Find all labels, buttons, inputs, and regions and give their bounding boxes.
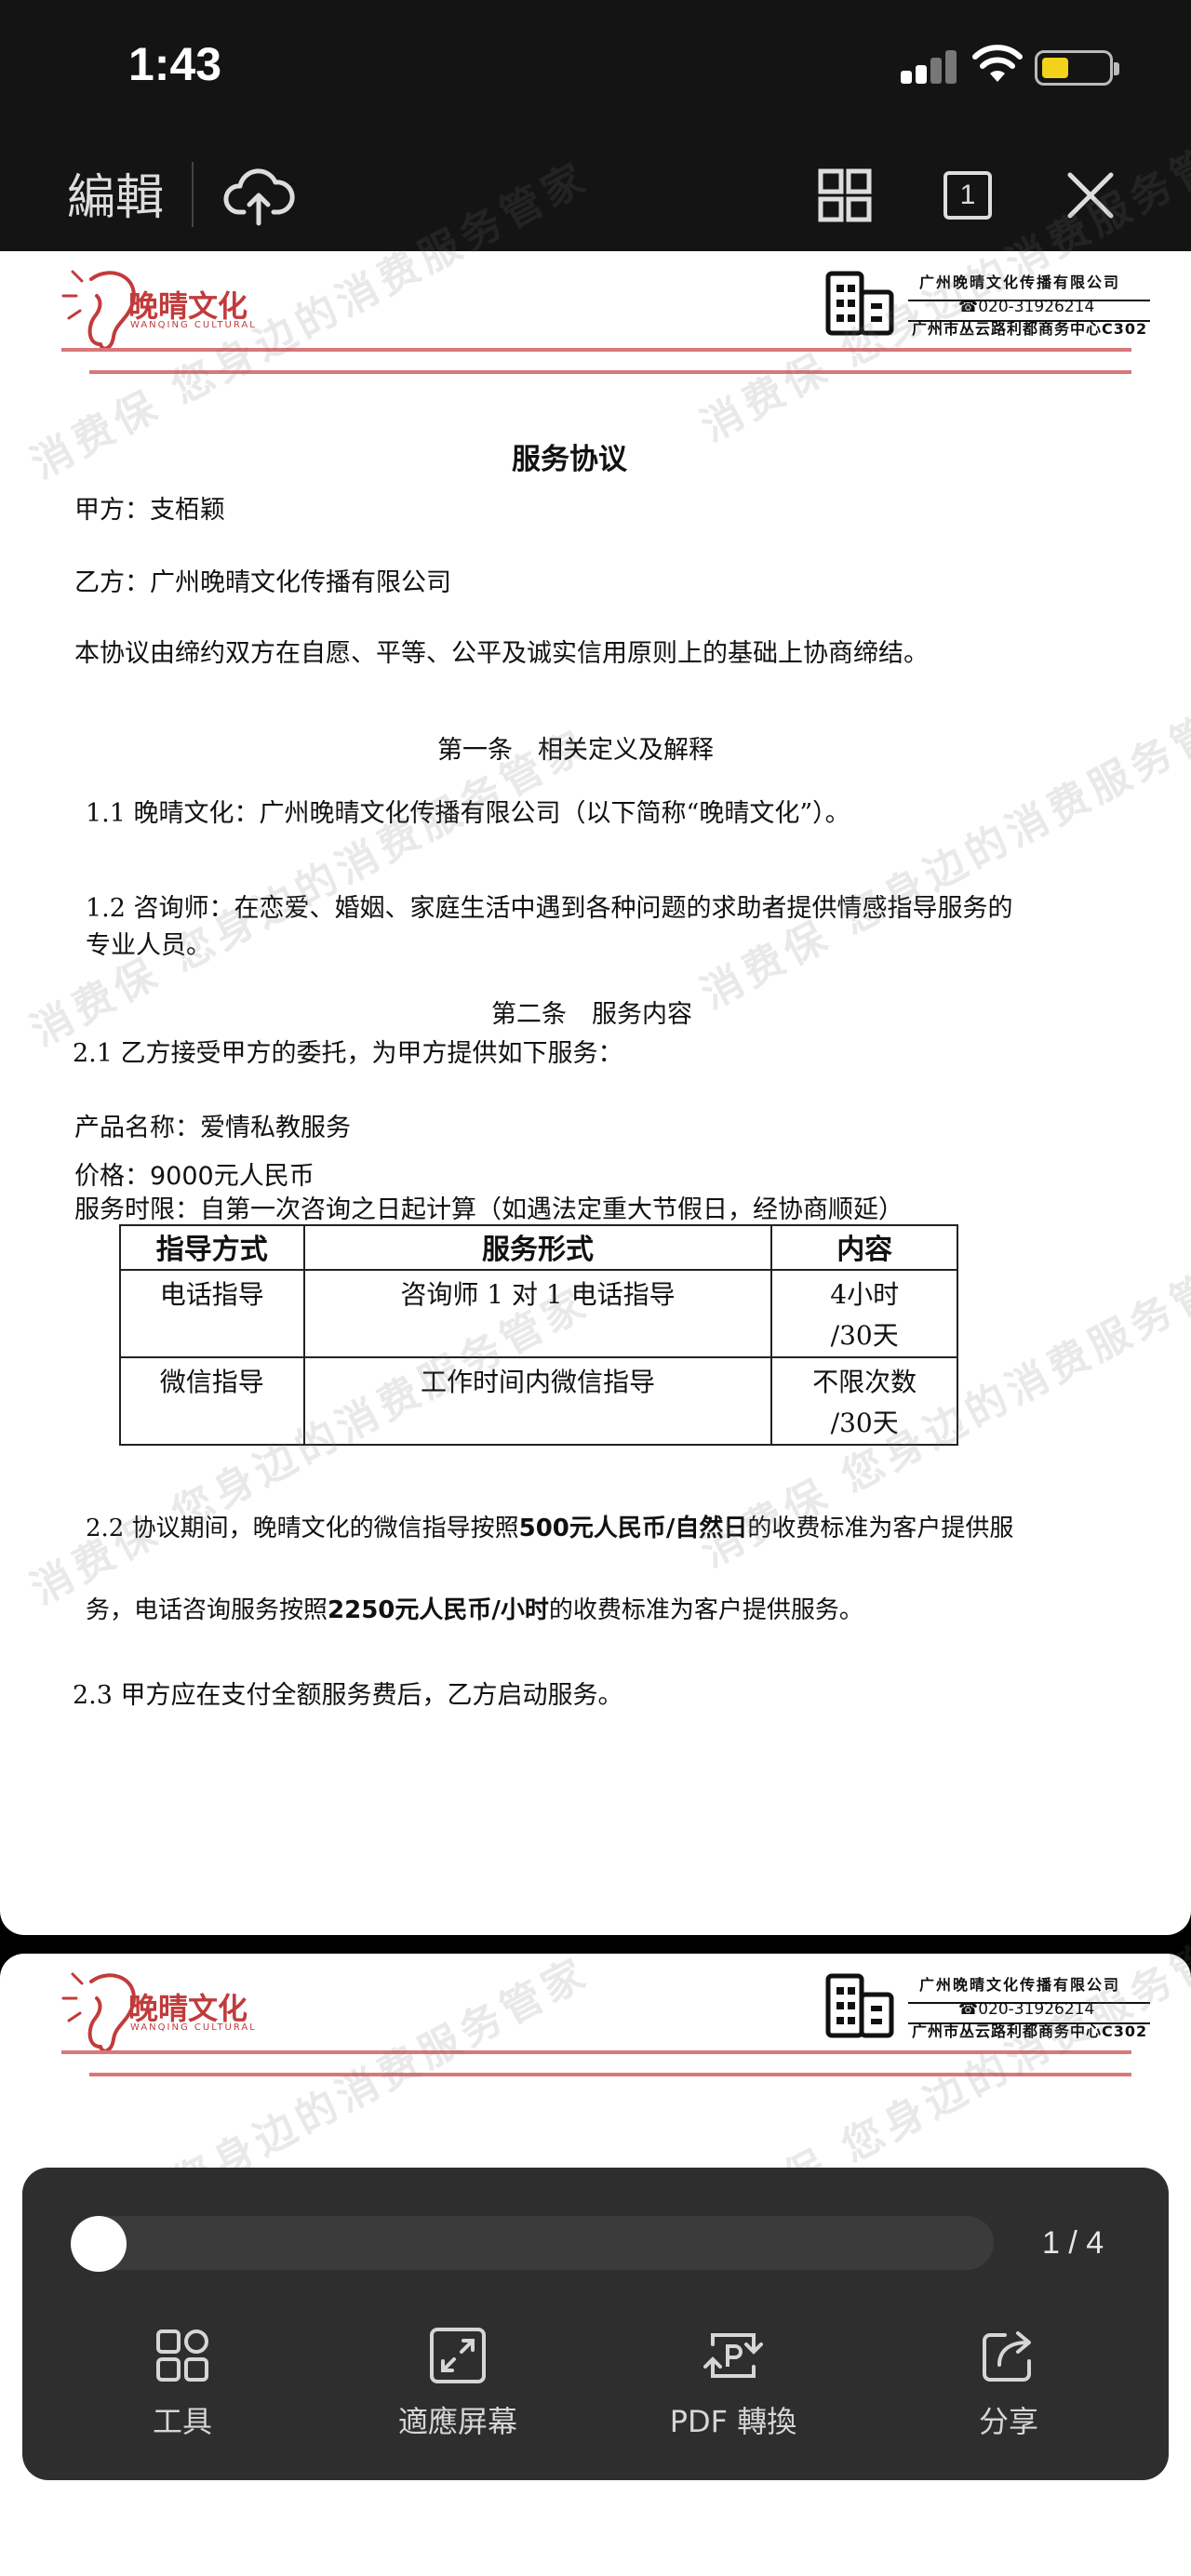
- table-cell-line: /30天: [830, 1320, 899, 1351]
- fit-screen-icon: [430, 2328, 486, 2383]
- letterhead-rule: [89, 2073, 1131, 2076]
- edit-button[interactable]: 編輯: [67, 158, 164, 228]
- table-cell: 工作时间内微信指导: [302, 1356, 773, 1446]
- clause-emphasis: 2250元人民币/小时: [328, 1596, 549, 1624]
- service-table: 指导方式 服务形式 内容 电话指导 咨询师 1 对 1 电话指导 4小时/30天…: [119, 1224, 958, 1446]
- page-number-label: 1: [943, 171, 992, 220]
- clause-1-1: 1.1 晚晴文化：广州晚晴文化传播有限公司（以下简称“晚晴文化”）。: [86, 799, 850, 828]
- clause-emphasis: 500元人民币/自然日: [518, 1515, 748, 1542]
- table-cell-line: 4小时: [830, 1279, 900, 1310]
- clause-2-2-line2: 务，电话咨询服务按照2250元人民币/小时的收费标准为客户提供服务。: [86, 1591, 863, 1625]
- letterhead-rule: [61, 348, 1131, 352]
- brand-english: WANQING CULTURAL: [130, 2022, 257, 2033]
- price-line: 价格：9000元人民币: [74, 1155, 314, 1192]
- home-indicator[interactable]: [383, 2538, 808, 2553]
- fit-screen-button[interactable]: 適應屏幕: [365, 2326, 551, 2447]
- letterhead: 晚晴文化 WANQING CULTURAL 广州晚晴文化传播有限公司 ☎020-…: [0, 251, 1191, 400]
- cloud-upload-icon[interactable]: [221, 158, 296, 233]
- clause-text: 的收费标准为客户提供服务。: [548, 1596, 863, 1624]
- battery-icon: [1035, 50, 1119, 86]
- company-address: 广州市丛云路利都商务中心C302: [912, 2022, 1148, 2040]
- party-a: 甲方：支栢颖: [74, 496, 225, 525]
- article-2-heading: 第二条 服务内容: [491, 1000, 692, 1029]
- table-cell: 咨询师 1 对 1 电话指导: [302, 1269, 773, 1358]
- table-row: 微信指导 工作时间内微信指导 不限次数/30天: [119, 1356, 958, 1446]
- table-header-row: 指导方式 服务形式 内容: [119, 1224, 958, 1271]
- clause-1-2-line1: 1.2 咨询师：在恋爱、婚姻、家庭生活中遇到各种问题的求助者提供情感指导服务的: [86, 894, 1013, 923]
- company-phone: ☎020-31926214: [958, 2000, 1094, 2019]
- clause-2-2-line1: 2.2 协议期间，晚晴文化的微信指导按照500元人民币/自然日的收费标准为客户提…: [86, 1509, 1013, 1543]
- party-b: 乙方：广州晚晴文化传播有限公司: [74, 568, 451, 597]
- table-cell: 不限次数/30天: [770, 1356, 958, 1446]
- table-header: 指导方式: [119, 1224, 305, 1271]
- intro-paragraph: 本协议由缔约双方在自愿、平等、公平及诚实信用原则上的基础上协商缔结。: [74, 639, 929, 668]
- grid-view-icon[interactable]: [808, 158, 882, 233]
- page-slider-thumb[interactable]: [71, 2216, 127, 2272]
- page-number-button[interactable]: 1: [930, 158, 1005, 233]
- share-icon: [983, 2331, 1031, 2382]
- document-page-1[interactable]: 晚晴文化 WANQING CULTURAL 广州晚晴文化传播有限公司 ☎020-…: [0, 251, 1191, 1935]
- status-bar: 1:43: [0, 0, 1191, 140]
- status-time: 1:43: [128, 38, 222, 90]
- company-name: 广州晚晴文化传播有限公司: [919, 274, 1121, 291]
- clause-1-2-line2: 专业人员。: [86, 931, 211, 960]
- viewer-control-panel: 1 / 4 工具 適應屏幕 PDF 轉換 分享: [22, 2168, 1169, 2480]
- phone-icon: ☎: [958, 298, 979, 316]
- top-toolbar: 編輯 1: [0, 140, 1191, 251]
- product-name: 产品名称：爱情私教服务: [74, 1114, 351, 1142]
- document-title: 服务协议: [512, 443, 627, 476]
- company-phone-text: 020-31926214: [978, 298, 1095, 316]
- company-phone: ☎020-31926214: [958, 298, 1094, 316]
- clause-2-3: 2.3 甲方应在支付全额服务费后，乙方启动服务。: [73, 1681, 623, 1710]
- clause-text: 务，电话咨询服务按照: [86, 1596, 328, 1624]
- clause-text: 的收费标准为客户提供服: [747, 1515, 1014, 1542]
- table-cell: 微信指导: [119, 1356, 305, 1446]
- letterhead-rule: [89, 370, 1131, 374]
- company-name: 广州晚晴文化传播有限公司: [919, 1976, 1121, 1994]
- phone-icon: ☎: [958, 2000, 979, 2019]
- table-cell: 4小时/30天: [770, 1269, 958, 1358]
- pdf-convert-label: PDF 轉換: [669, 2404, 797, 2439]
- letterhead: 晚晴文化 WANQING CULTURAL 广州晚晴文化传播有限公司 ☎020-…: [0, 1954, 1191, 2102]
- building-icon: [825, 1973, 894, 2038]
- cellular-signal-icon: [901, 50, 958, 84]
- clause-text: 2.2 协议期间，晚晴文化的微信指导按照: [86, 1515, 519, 1542]
- service-term: 服务时限：自第一次咨询之日起计算（如遇法定重大节假日，经协商顺延）: [74, 1195, 903, 1224]
- article-1-heading: 第一条 相关定义及解释: [437, 736, 714, 765]
- company-address: 广州市丛云路利都商务中心C302: [912, 320, 1148, 338]
- tools-grid-icon: [156, 2329, 208, 2382]
- tools-button[interactable]: 工具: [89, 2326, 275, 2447]
- table-row: 电话指导 咨询师 1 对 1 电话指导 4小时/30天: [119, 1269, 958, 1358]
- pdf-convert-button[interactable]: PDF 轉換: [640, 2326, 826, 2447]
- table-cell-line: 不限次数: [812, 1367, 917, 1397]
- page-slider-track[interactable]: [73, 2216, 994, 2270]
- table-header: 服务形式: [302, 1224, 773, 1271]
- brand-english: WANQING CULTURAL: [130, 320, 257, 330]
- table-header: 内容: [770, 1224, 958, 1271]
- letterhead-rule: [61, 2050, 1131, 2054]
- pdf-convert-icon: [703, 2333, 763, 2378]
- close-icon[interactable]: [1053, 158, 1128, 233]
- page-indicator: 1 / 4: [1042, 2225, 1104, 2261]
- share-button[interactable]: 分享: [916, 2326, 1102, 2447]
- table-cell: 电话指导: [119, 1269, 305, 1358]
- wifi-icon: [972, 45, 1023, 82]
- fit-screen-label: 適應屏幕: [397, 2404, 517, 2439]
- share-label: 分享: [978, 2404, 1038, 2439]
- price-label: 价格：: [74, 1162, 150, 1191]
- company-phone-text: 020-31926214: [978, 2000, 1095, 2019]
- building-icon: [825, 271, 894, 336]
- toolbar-divider: [192, 162, 194, 227]
- price-value: 9000元人民币: [150, 1162, 314, 1191]
- table-cell-line: /30天: [830, 1408, 899, 1438]
- clause-2-1: 2.1 乙方接受甲方的委托，为甲方提供如下服务：: [73, 1039, 623, 1068]
- tools-label: 工具: [152, 2404, 212, 2439]
